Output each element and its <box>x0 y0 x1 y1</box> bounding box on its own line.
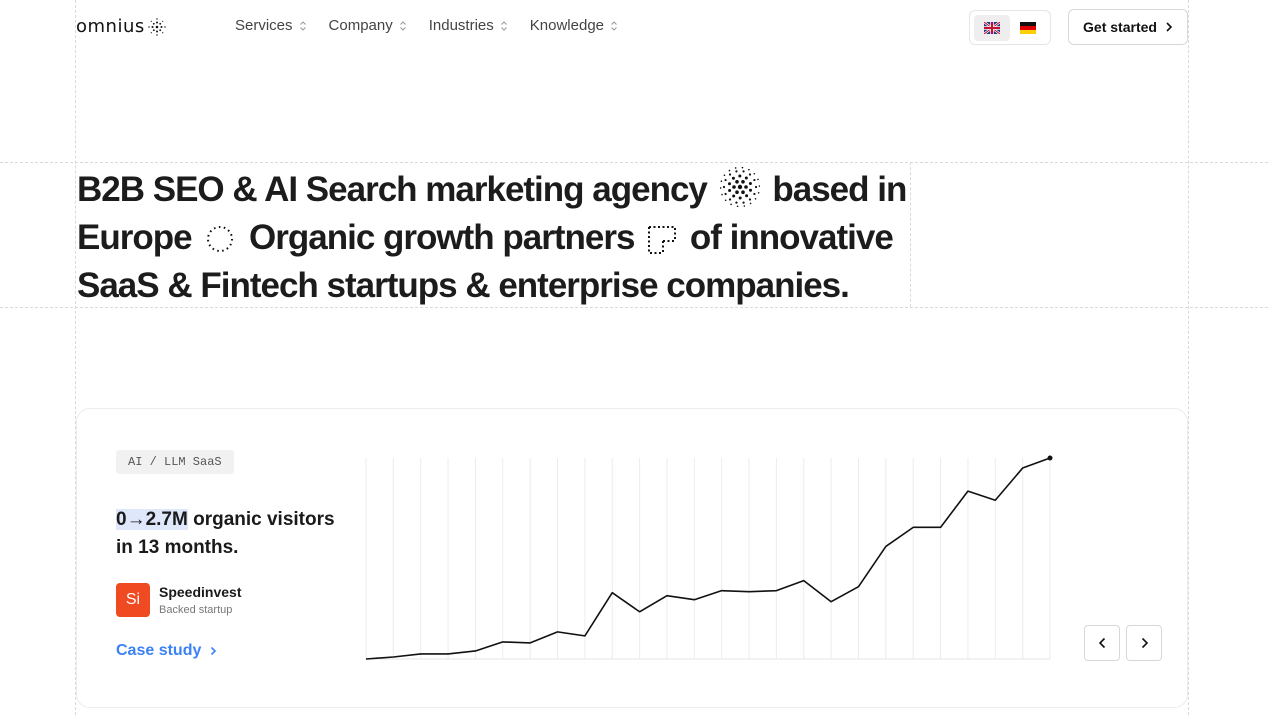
growth-chart <box>365 455 1053 660</box>
logo-mark-icon <box>148 17 166 36</box>
stat-highlight: 0→2.7M <box>116 509 188 530</box>
chevron-up-down-icon <box>299 20 306 31</box>
chevron-right-icon <box>1141 637 1148 649</box>
get-started-button[interactable]: Get started <box>1068 9 1188 45</box>
case-stat: 0→2.7M organic visitors in 13 months. <box>116 506 356 562</box>
guide-line <box>0 162 1268 163</box>
main-nav: Services Company Industries Knowledge <box>235 17 618 34</box>
hero-text: B2B SEO & AI Search marketing agency <box>77 170 708 209</box>
chevron-right-icon <box>211 646 217 656</box>
series-line <box>365 457 1051 660</box>
nav-industries[interactable]: Industries <box>429 17 508 34</box>
logo-text: omnius <box>76 16 145 37</box>
nav-label: Services <box>235 17 293 34</box>
language-en-button[interactable] <box>974 14 1010 41</box>
case-study-label: Case study <box>116 642 202 659</box>
next-button[interactable] <box>1126 625 1162 661</box>
chevron-right-icon <box>1166 22 1173 32</box>
company-subtitle: Backed startup <box>159 604 233 616</box>
chevron-up-down-icon <box>399 20 406 31</box>
german-flag-icon <box>1020 21 1036 34</box>
company-name: Speedinvest <box>159 584 242 600</box>
cta-label: Get started <box>1083 19 1157 35</box>
nav-label: Knowledge <box>529 17 605 34</box>
end-point <box>1047 455 1053 461</box>
nav-services[interactable]: Services <box>235 17 307 34</box>
nav-company[interactable]: Company <box>329 17 407 34</box>
chevron-left-icon <box>1098 637 1105 649</box>
dotted-circle-icon <box>207 226 234 252</box>
hero-headline: B2B SEO & AI Search marketing agency bas… <box>77 166 912 310</box>
nav-label: Company <box>328 17 393 34</box>
uk-flag-icon <box>984 21 1000 34</box>
guide-line <box>1188 0 1189 715</box>
dotted-sphere-icon <box>719 167 760 207</box>
logo[interactable]: omnius <box>76 16 166 37</box>
nav-label: Industries <box>428 17 494 34</box>
chevron-up-down-icon <box>611 20 617 31</box>
language-switcher <box>969 10 1051 45</box>
case-study-link[interactable]: Case study <box>116 642 217 660</box>
nav-knowledge[interactable]: Knowledge <box>530 17 618 34</box>
chevron-up-down-icon <box>500 20 507 31</box>
language-de-button[interactable] <box>1010 15 1046 41</box>
company-info: Si Speedinvest Backed startup <box>116 583 241 617</box>
company-logo: Si <box>116 583 150 617</box>
category-tag: AI / LLM SaaS <box>116 450 234 474</box>
dotted-frame-icon <box>648 226 677 254</box>
hero-text: Organic growth partners <box>249 218 635 257</box>
previous-button[interactable] <box>1084 625 1120 661</box>
